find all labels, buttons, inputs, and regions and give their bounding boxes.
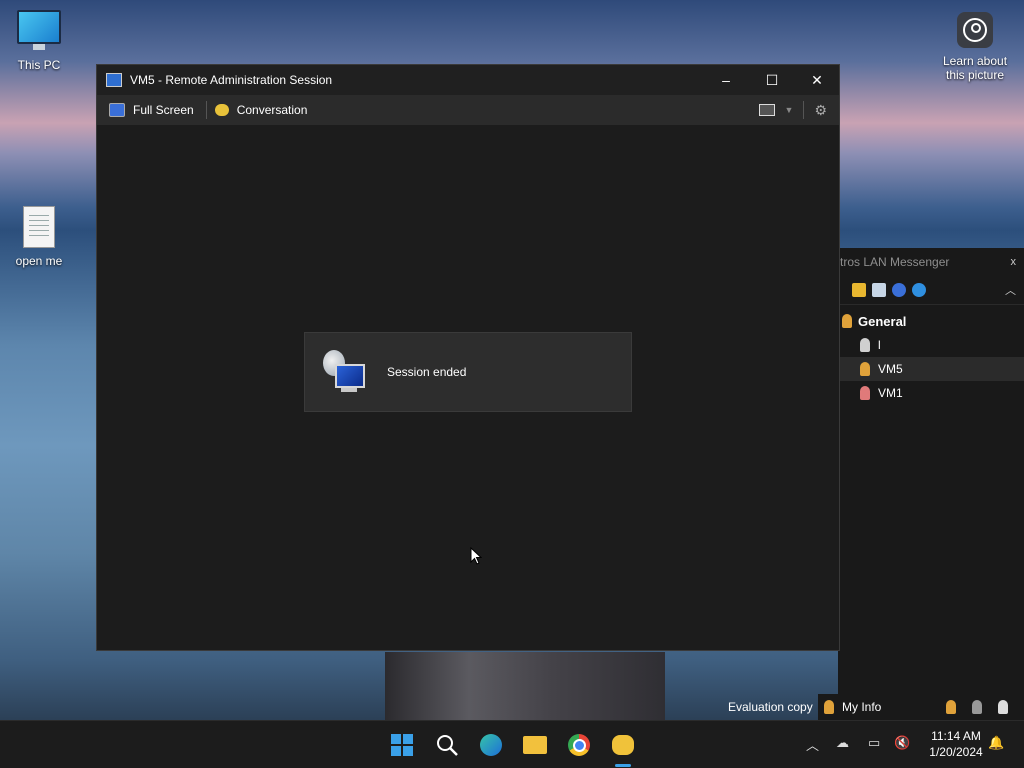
full-screen-button[interactable]: Full Screen (97, 95, 206, 125)
maximize-button[interactable]: ☐ (749, 65, 795, 95)
history-icon[interactable] (872, 283, 886, 297)
user-status-icon (860, 362, 870, 376)
messenger-taskbar-button[interactable] (607, 729, 639, 767)
edge-button[interactable] (475, 729, 507, 761)
this-pc-label: This PC (17, 58, 61, 72)
onedrive-icon[interactable]: ☁ (836, 735, 849, 751)
status-offline-icon[interactable] (998, 700, 1008, 714)
mouse-cursor-icon (470, 547, 482, 565)
lan-messenger-window: tros LAN Messenger x ︿ General l VM5 VM1… (818, 248, 1024, 720)
text-file-icon (23, 206, 55, 248)
messenger-footer: My Info (818, 694, 1024, 720)
search-icon (437, 735, 458, 756)
taskbar: ︿ ☁ ▭ 🔇 11:14 AM 1/20/2024 🔔 (0, 720, 1024, 768)
app-icon (106, 73, 122, 87)
desktop-icon-open-me[interactable]: open me (7, 206, 71, 268)
clock-date: 1/20/2024 (929, 745, 983, 759)
user-item-vm1[interactable]: VM1 (838, 381, 1024, 405)
file-explorer-button[interactable] (519, 729, 551, 761)
desktop-icon-this-pc[interactable]: This PC (7, 10, 71, 72)
messenger-icon (612, 735, 634, 755)
gear-icon[interactable]: ⚙ (814, 102, 827, 119)
my-info-icon (824, 700, 834, 714)
window-titlebar[interactable]: VM5 - Remote Administration Session – ☐ … (97, 65, 839, 95)
session-ended-text: Session ended (387, 365, 467, 379)
session-toolbar: Full Screen Conversation ▼ ⚙ (97, 95, 839, 125)
user-status-icon (860, 386, 870, 400)
active-indicator (615, 764, 631, 767)
user-item[interactable]: l (838, 333, 1024, 357)
user-name: VM1 (878, 386, 903, 400)
group-general[interactable]: General (838, 309, 1024, 333)
status-available-icon[interactable] (946, 700, 956, 714)
my-info-label[interactable]: My Info (842, 700, 881, 714)
group-label: General (858, 313, 907, 329)
clock[interactable]: 11:14 AM 1/20/2024 (918, 728, 994, 760)
session-ended-notice: Session ended (304, 332, 632, 412)
info-icon[interactable] (912, 283, 926, 297)
start-button[interactable] (386, 729, 418, 761)
chrome-icon (568, 734, 590, 756)
notification-bell-icon[interactable]: 🔔 (988, 735, 1004, 751)
clock-time: 11:14 AM (931, 729, 981, 743)
full-screen-label: Full Screen (133, 103, 194, 117)
status-buttons (946, 700, 1016, 714)
volume-muted-icon[interactable]: 🔇 (894, 735, 910, 751)
group-icon (842, 314, 852, 328)
toolbar-separator (803, 101, 805, 119)
show-hidden-icons-chevron-icon[interactable]: ︿ (806, 735, 819, 754)
user-name: VM5 (878, 362, 903, 376)
fullscreen-icon (109, 103, 125, 117)
learn-about-label: Learn about this picture (942, 54, 1008, 82)
session-content: Session ended (97, 125, 839, 650)
messenger-toolbar: ︿ (838, 276, 1024, 305)
chrome-button[interactable] (563, 729, 595, 761)
close-button[interactable]: ✕ (794, 65, 840, 95)
status-away-icon[interactable] (972, 700, 982, 714)
messenger-titlebar: tros LAN Messenger x (838, 248, 1024, 276)
user-name: l (878, 338, 881, 352)
windows-icon[interactable] (758, 104, 775, 116)
collapse-chevron-icon[interactable]: ︿ (1005, 282, 1016, 298)
camera-icon (957, 12, 993, 48)
remote-session-window: VM5 - Remote Administration Session – ☐ … (96, 64, 840, 651)
evaluation-label: Evaluation copy (728, 700, 813, 714)
minimize-button[interactable]: – (703, 65, 749, 95)
pier-image (385, 652, 665, 722)
open-me-label: open me (15, 254, 63, 268)
chevron-down-icon[interactable]: ▼ (785, 105, 794, 115)
messenger-close-button[interactable]: x (1011, 248, 1017, 276)
file-explorer-icon (523, 736, 547, 754)
conversation-icon (214, 104, 229, 116)
windows-logo-icon (391, 734, 413, 756)
send-file-icon[interactable] (852, 283, 866, 297)
this-pc-icon (17, 10, 61, 50)
user-status-icon (860, 338, 870, 352)
remote-computer-icon (323, 350, 365, 394)
learn-about-picture[interactable]: Learn about this picture (938, 12, 1012, 82)
network-icon[interactable]: ▭ (868, 735, 880, 751)
conversation-label: Conversation (236, 103, 308, 117)
edge-icon (480, 734, 502, 756)
toolbar-right-tools: ▼ ⚙ (758, 95, 827, 125)
messenger-title: tros LAN Messenger (840, 255, 950, 269)
search-button[interactable] (431, 729, 463, 761)
user-item-vm5[interactable]: VM5 (838, 357, 1024, 381)
conversation-button[interactable]: Conversation (207, 95, 320, 125)
window-title: VM5 - Remote Administration Session (130, 73, 333, 87)
help-icon[interactable] (892, 283, 906, 297)
